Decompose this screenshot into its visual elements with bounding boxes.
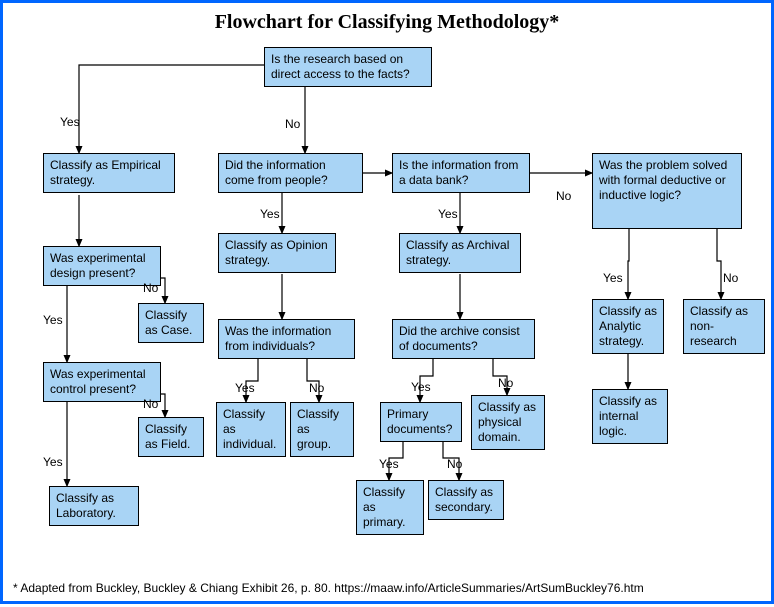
node-empirical: Classify as Empirical strategy. [43, 153, 175, 193]
node-root: Is the research based on direct access t… [264, 47, 432, 87]
label-design-no: No [143, 281, 158, 295]
label-control-yes: Yes [43, 455, 63, 469]
chart-footnote: * Adapted from Buckley, Buckley & Chiang… [13, 581, 761, 595]
node-prim-docs: Primary documents? [380, 402, 462, 442]
node-laboratory: Classify as Laboratory. [49, 486, 139, 526]
node-nonres: Classify as non-research [683, 299, 765, 354]
label-prim-no: No [447, 457, 462, 471]
node-individual: Classify as individual. [216, 402, 286, 457]
label-bank-no: No [556, 189, 571, 203]
node-secondary: Classify as secondary. [428, 480, 504, 520]
label-control-no: No [143, 397, 158, 411]
node-internal: Classify as internal logic. [592, 389, 668, 444]
node-field: Classify as Field. [138, 417, 204, 457]
node-case: Classify as Case. [138, 303, 204, 343]
label-people-yes: Yes [260, 207, 280, 221]
label-logic-yes: Yes [603, 271, 623, 285]
node-archival: Classify as Archival strategy. [399, 233, 521, 273]
node-exp-design: Was experimental design present? [43, 246, 161, 286]
node-from-people: Did the information come from people? [218, 153, 363, 193]
node-data-bank: Is the information from a data bank? [392, 153, 530, 193]
node-opinion: Classify as Opinion strategy. [218, 233, 336, 273]
flowchart-frame: Flowchart for Classifying Methodology* [0, 0, 774, 604]
label-bank-yes: Yes [438, 207, 458, 221]
node-primary: Classify as primary. [356, 480, 424, 535]
label-indiv-yes: Yes [235, 381, 255, 395]
node-exp-control: Was experimental control present? [43, 362, 161, 402]
node-analytic: Classify as Analytic strategy. [592, 299, 664, 354]
label-logic-no: No [723, 271, 738, 285]
node-arch-docs: Did the archive consist of documents? [392, 319, 535, 359]
label-root-yes: Yes [60, 115, 80, 129]
label-indiv-no: No [309, 381, 324, 395]
node-group: Classify as group. [290, 402, 354, 457]
label-docs-yes: Yes [411, 380, 431, 394]
label-prim-yes: Yes [379, 457, 399, 471]
label-root-no: No [285, 117, 300, 131]
label-docs-no: No [498, 376, 513, 390]
node-logic-q: Was the problem solved with formal deduc… [592, 153, 742, 229]
label-design-yes: Yes [43, 313, 63, 327]
node-physical: Classify as physical domain. [471, 395, 545, 450]
node-from-indiv: Was the information from individuals? [218, 319, 355, 359]
